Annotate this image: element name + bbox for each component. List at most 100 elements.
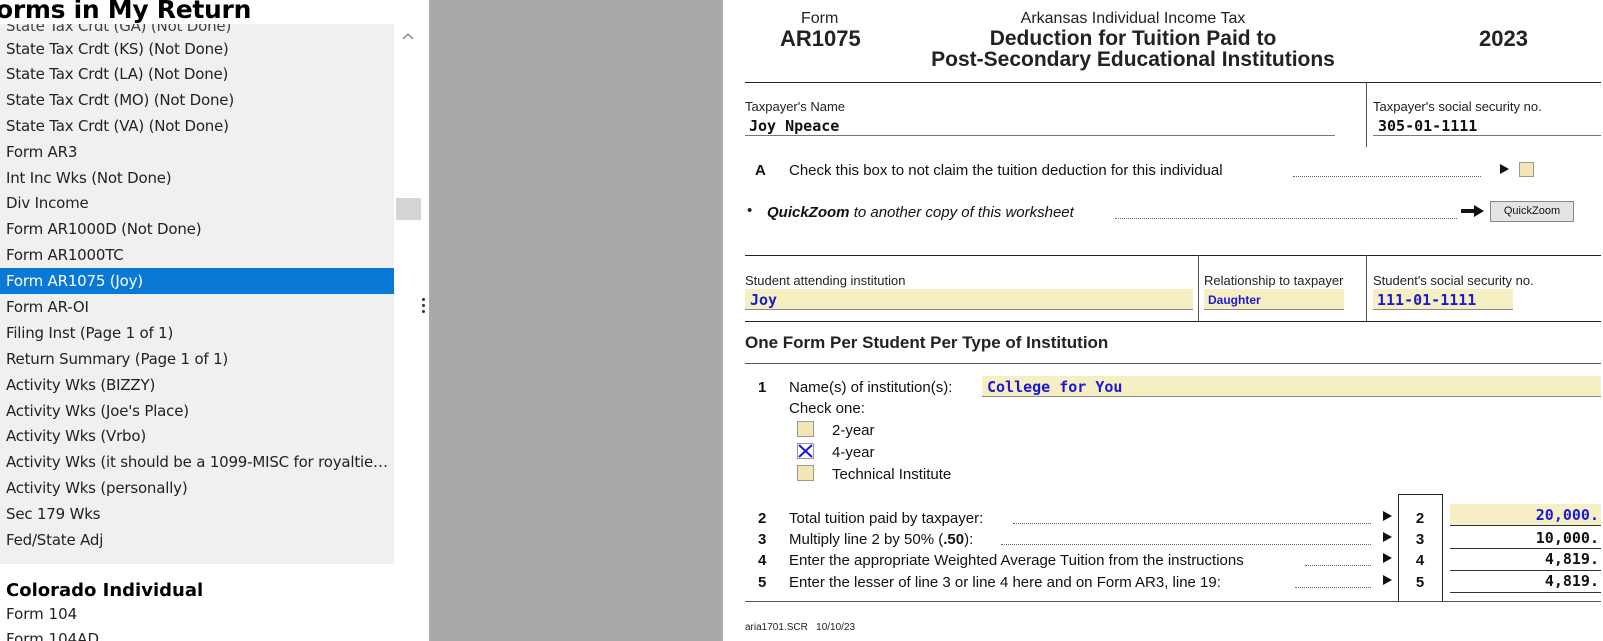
list-item[interactable]: State Tax Crdt (MO) (Not Done) [0,87,394,113]
divider [745,363,1601,364]
quickzoom-text: QuickZoom to another copy of this worksh… [767,204,1074,221]
line-3-box-number: 3 [1415,531,1425,548]
divider [1366,82,1367,147]
line-5-box-number: 5 [1415,574,1425,591]
line-2-box-number: 2 [1415,510,1425,527]
quickzoom-rest: to another copy of this worksheet [853,204,1074,221]
institution-field[interactable]: College for You [982,376,1601,397]
line-3-number: 3 [758,531,767,548]
taxpayer-name-label: Taxpayer's Name [745,99,846,114]
student-ssn-field[interactable]: 111-01-1111 [1373,289,1513,310]
dot-leader [1001,542,1371,545]
chevron-up-icon[interactable] [401,30,415,44]
list-item[interactable]: State Tax Crdt (LA) (Not Done) [0,61,394,87]
section-heading: One Form Per Student Per Type of Institu… [745,333,1109,352]
quickzoom-bold: QuickZoom [767,204,850,221]
list-scrollbar[interactable] [396,24,421,564]
list-item[interactable]: Form 104AD [6,630,99,641]
line-3-text-post: ): [964,531,974,548]
line-4-text: Enter the appropriate Weighted Average T… [789,552,1244,569]
form-year: 2023 [1479,26,1528,51]
taxpayer-ssn-label: Taxpayer's social security no. [1373,99,1542,114]
list-item[interactable]: Div Income [0,190,394,216]
tuition-paid-amount: 20,000. [1535,506,1599,524]
dot-leader [1293,174,1481,177]
list-item[interactable]: Filing Inst (Page 1 of 1) [0,320,394,346]
arrow-right-icon [1461,205,1484,217]
line-1-label: Name(s) of institution(s): [789,379,953,396]
divider [1373,135,1601,136]
divider [745,255,1601,256]
taxpayer-ssn: 305-01-1111 [1378,117,1478,135]
divider [1398,494,1399,601]
list-item[interactable]: Form AR1000D (Not Done) [0,216,394,242]
line-4-number: 4 [758,552,767,569]
page-gutter [429,0,723,641]
student-name-field[interactable]: Joy [745,289,1193,310]
list-item[interactable]: Int Inc Wks (Not Done) [0,165,394,191]
dot-leader [1013,521,1371,524]
divider [1450,592,1601,593]
arrow-right-icon [1500,164,1509,174]
divider [745,135,1335,136]
list-item[interactable]: Return Summary (Page 1 of 1) [0,346,394,372]
divider [745,82,1601,83]
divider [1450,570,1601,571]
bullet-icon: • [747,202,753,219]
line-3-amount: 10,000. [1535,529,1599,547]
no-deduction-checkbox[interactable] [1519,162,1534,177]
student-label: Student attending institution [745,273,906,288]
line-5-amount: 4,819. [1544,572,1599,590]
student-name: Joy [750,291,778,309]
pane-splitter[interactable] [421,0,429,641]
list-item[interactable]: Activity Wks (it should be a 1099-MISC f… [0,449,394,475]
dot-leader [1305,563,1371,566]
list-item[interactable]: Fed/State Adj [0,527,394,553]
form-agency: Arkansas Individual Income Tax [1020,10,1246,27]
divider [1198,255,1199,321]
option-technical: Technical Institute [832,466,952,483]
list-item[interactable]: Form AR1000TC [0,242,394,268]
checkbox-2-year[interactable] [797,421,814,437]
forms-list[interactable]: State Tax Crdt (GA) (Not Done) State Tax… [0,24,394,564]
divider [1398,494,1442,495]
list-item[interactable]: State Tax Crdt (VA) (Not Done) [0,113,394,139]
form-title-line2: Post-Secondary Educational Institutions [931,48,1335,71]
list-item[interactable]: Form 104 [6,605,77,623]
relationship-label: Relationship to taxpayer [1204,273,1344,288]
option-4-year: 4-year [832,444,875,461]
relationship-value: Daughter [1208,293,1261,307]
checkbox-technical[interactable] [797,465,814,481]
line-5-text: Enter the lesser of line 3 or line 4 her… [789,574,1221,591]
list-item-selected[interactable]: Form AR1075 (Joy) [0,268,394,294]
scrollbar-thumb[interactable] [396,198,421,220]
divider [1442,494,1443,601]
taxpayer-name: Joy Npeace [749,117,840,135]
divider [745,321,1601,322]
list-item[interactable]: State Tax Crdt (KS) (Not Done) [0,36,394,62]
quickzoom-button[interactable]: QuickZoom [1490,201,1574,222]
list-item[interactable]: Activity Wks (Joe's Place) [0,398,394,424]
check-one-label: Check one: [789,400,865,417]
list-item[interactable]: Sec 179 Wks [0,501,394,527]
checkbox-4-year[interactable] [797,443,814,459]
institution-value: College for You [987,378,1123,396]
relationship-field[interactable]: Daughter [1204,289,1344,310]
list-item[interactable]: Form AR-OI [0,294,394,320]
line-5-number: 5 [758,574,767,591]
line-4-amount: 4,819. [1544,550,1599,568]
form-footer: aria1701.SCR 10/10/23 [745,622,856,633]
dot-leader [1115,216,1457,219]
divider [1366,255,1367,321]
form-page: Form AR1075 Arkansas Individual Income T… [723,0,1603,641]
list-item[interactable]: Activity Wks (personally) [0,475,394,501]
list-item[interactable]: Form AR3 [0,139,394,165]
line-a-text: Check this box to not claim the tuition … [789,162,1223,179]
divider [1450,548,1601,549]
arrow-right-icon [1383,575,1392,585]
line-3-text: Multiply line 2 by 50% (.50): [789,531,973,548]
list-item[interactable]: Activity Wks (BIZZY) [0,372,394,398]
drag-handle-icon[interactable] [422,298,426,316]
tuition-paid-field[interactable]: 20,000. [1450,504,1601,526]
list-item[interactable]: Activity Wks (Vrbo) [0,423,394,449]
